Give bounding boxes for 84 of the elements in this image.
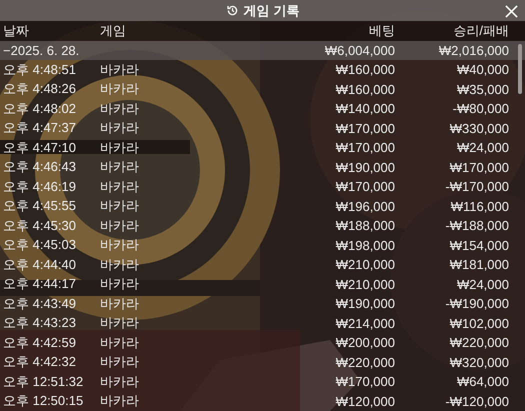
close-button[interactable]: [503, 3, 519, 19]
table-cell-text: 오후 12:51:32: [3, 372, 84, 391]
total-bet: ₩6,004,000: [324, 43, 395, 58]
table-cell-text: 오후 4:47:10: [3, 138, 77, 157]
table-cell-text: 바카라: [100, 197, 140, 216]
table-cell-text: 오후 4:45:30: [3, 216, 77, 235]
table-cell-text: ₩140,000: [334, 101, 395, 116]
table-cell-text: -₩170,000: [444, 179, 509, 194]
table-cell-text: 바카라: [100, 178, 140, 196]
table-cell-text: 오후 4:44:40: [3, 256, 77, 274]
table-cell-text: 바카라: [100, 138, 140, 157]
table-cell-text: ₩160,000: [334, 62, 395, 78]
column-header: 승리/패배: [452, 22, 509, 40]
table-cell-text: -₩190,000: [444, 296, 509, 312]
table-cell-text: ₩198,000: [334, 238, 395, 253]
table-cell-text: ₩40,000: [456, 62, 509, 78]
table-cell-text: 오후 12:50:15: [3, 392, 84, 410]
window-title: 게임 기록: [244, 2, 300, 20]
column-header: 게임: [100, 22, 127, 40]
table-cell-text: ₩24,000: [456, 276, 509, 292]
table-cell-text: ₩170,000: [334, 179, 395, 194]
table-cell-text: -₩188,000: [444, 218, 509, 234]
table-cell-text: 바카라: [100, 100, 140, 118]
table-cell-text: 바카라: [100, 119, 140, 138]
table-cell-text: 오후 4:43:23: [3, 314, 77, 332]
table-cell-text: 오후 4:45:55: [3, 197, 77, 216]
table-cell-text: ₩170,000: [334, 120, 395, 136]
table-cell-text: ₩190,000: [334, 296, 395, 312]
table-cell-text: ₩116,000: [450, 198, 509, 214]
table-cell-text: ₩170,000: [334, 140, 395, 156]
table-cell-text: 오후 4:45:03: [3, 236, 77, 254]
table-cell-text: 오후 4:44:17: [3, 275, 77, 294]
table-cell-text: ₩196,000: [334, 198, 395, 214]
table-cell-text: ₩214,000: [334, 316, 395, 331]
table-cell-text: 바카라: [100, 314, 140, 332]
table-cell-text: ₩35,000: [456, 82, 509, 97]
table-cell-text: ₩330,000: [448, 120, 509, 136]
table-cell-text: ₩154,000: [448, 238, 509, 253]
table-cell-text: ₩170,000: [448, 160, 509, 175]
table-cell-text: ₩24,000: [456, 140, 509, 156]
table-cell-text: 오후 4:48:26: [3, 80, 77, 98]
total-result: ₩2,016,000: [438, 43, 509, 58]
table-cell-text: 바카라: [100, 60, 140, 79]
table-cell-text: 오후 4:43:49: [3, 294, 77, 313]
table-cell-text: ₩64,000: [456, 374, 509, 390]
history-icon: [226, 4, 239, 17]
table-cell-text: 바카라: [100, 392, 140, 410]
table-cell-text: 오후 4:46:19: [3, 178, 77, 196]
table-cell-text: ₩102,000: [448, 316, 509, 331]
date-group-label: −2025. 6. 28.: [3, 43, 80, 58]
table-cell-text: ₩181,000: [448, 257, 509, 272]
table-cell-text: 바카라: [100, 353, 140, 372]
table-cell-text: 바카라: [100, 256, 140, 274]
column-header: 날짜: [3, 22, 30, 40]
table-cell-text: -₩80,000: [452, 101, 509, 116]
scrollbar[interactable]: [518, 44, 522, 94]
table-cell-text: 바카라: [100, 158, 140, 176]
table-cell-text: 바카라: [100, 372, 140, 391]
table-cell-text: 바카라: [100, 294, 140, 313]
table-cell-text: ₩220,000: [448, 335, 509, 350]
table-cell-text: 바카라: [100, 236, 140, 254]
table-cell-text: ₩220,000: [334, 354, 395, 370]
table-cell-text: 오후 4:42:59: [3, 334, 77, 352]
table-cell-text: ₩210,000: [334, 276, 395, 292]
table-cell-text: ₩120,000: [334, 394, 395, 409]
table-cell-text: 오후 4:48:51: [3, 60, 77, 79]
table-cell-text: ₩170,000: [334, 374, 395, 390]
table-cell-text: -₩120,000: [444, 394, 509, 409]
table-cell-text: 바카라: [100, 334, 140, 352]
table-cell-text: 오후 4:47:37: [3, 119, 77, 138]
table-cell-text: ₩190,000: [334, 160, 395, 175]
table-cell-text: 오후 4:46:43: [3, 158, 77, 176]
table-cell-text: ₩188,000: [334, 218, 395, 234]
column-header: 베팅: [368, 22, 395, 40]
table-cell-text: 오후 4:48:02: [3, 100, 77, 118]
table-cell-text: 바카라: [100, 275, 140, 294]
table-cell-text: ₩210,000: [334, 257, 395, 272]
table-cell-text: ₩160,000: [334, 82, 395, 97]
table-cell-text: ₩320,000: [448, 354, 509, 370]
close-icon: [504, 4, 518, 18]
table-cell-text: 바카라: [100, 216, 140, 235]
table-cell-text: 바카라: [100, 80, 140, 98]
table-cell-text: 오후 4:42:32: [3, 353, 77, 372]
table-cell-text: ₩200,000: [334, 335, 395, 350]
